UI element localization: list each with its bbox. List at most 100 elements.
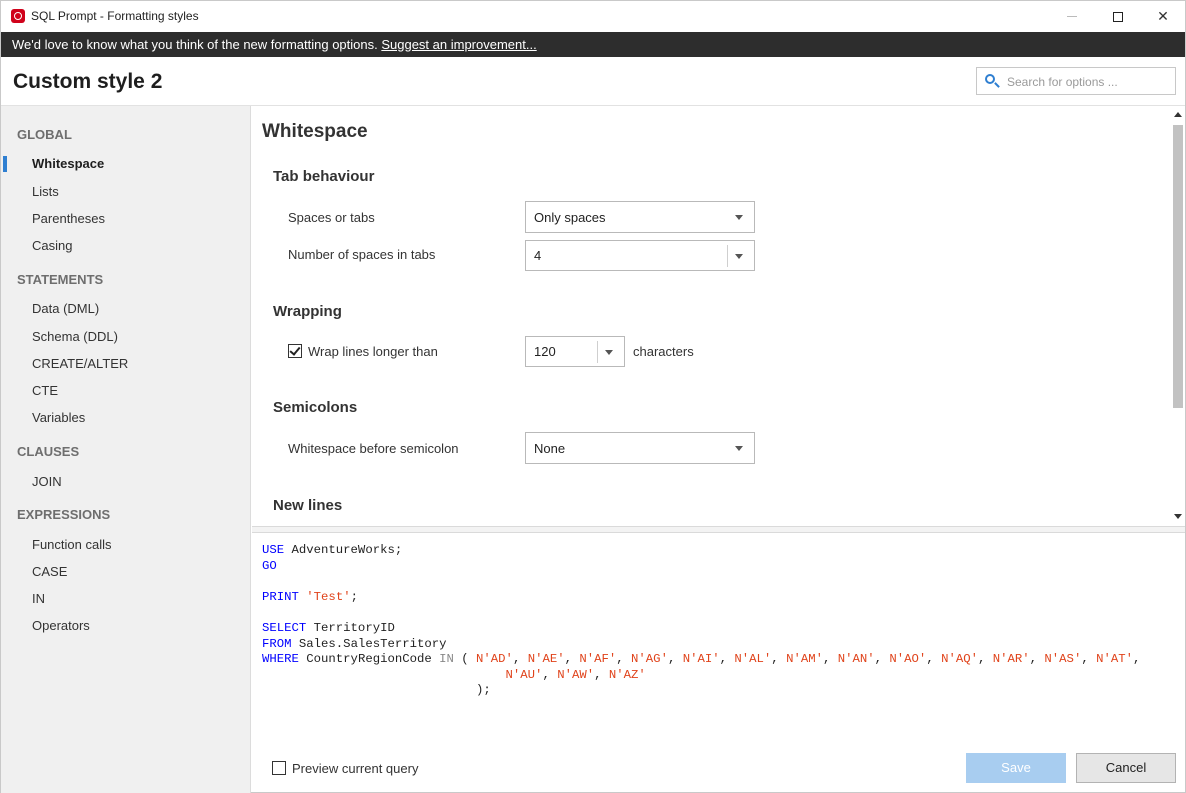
string-literal: 'Test' <box>306 589 351 604</box>
in-values-line-2: N'AU', N'AW', N'AZ' <box>506 668 646 682</box>
string-literal: N'AF' <box>579 652 617 667</box>
code-text: Sales.SalesTerritory <box>291 636 447 651</box>
preview-current-query-checkbox[interactable] <box>272 761 286 775</box>
code-text: ( <box>453 652 477 667</box>
formatting-styles-window: SQL Prompt - Formatting styles ✕ We'd lo… <box>0 0 1186 793</box>
code-text: , <box>1029 652 1045 667</box>
nav-group-statements: STATEMENTS <box>17 272 104 287</box>
wrap-length-value: 120 <box>534 344 556 359</box>
code-text: , <box>564 652 580 667</box>
chevron-down-icon <box>735 254 743 259</box>
suggest-improvement-link[interactable]: Suggest an improvement... <box>381 37 536 52</box>
keyword: FROM <box>262 636 292 651</box>
sidebar-item-schema-ddl[interactable]: Schema (DDL) <box>1 325 250 349</box>
search-box[interactable] <box>976 67 1176 95</box>
scroll-down-arrow-icon[interactable] <box>1174 514 1182 519</box>
code-text: CountryRegionCode <box>298 652 440 667</box>
code-text: AdventureWorks; <box>284 543 403 557</box>
in-values-line-1: N'AD', N'AE', N'AF', N'AG', N'AI', N'AL'… <box>476 652 1148 666</box>
code-text: ); <box>476 683 491 698</box>
section-title: Whitespace <box>262 121 368 142</box>
wrap-length-combo[interactable]: 120 <box>525 336 625 367</box>
maximize-icon <box>1113 11 1123 22</box>
string-literal: N'AW' <box>557 667 595 682</box>
sidebar-item-casing[interactable]: Casing <box>1 234 250 258</box>
minimize-icon <box>1067 16 1077 17</box>
code-text: , <box>977 652 993 667</box>
string-literal: N'AM' <box>786 652 823 667</box>
code-text: , <box>594 667 609 682</box>
string-literal: N'AO' <box>889 652 927 667</box>
search-icon <box>985 74 995 84</box>
code-text: , <box>1081 652 1097 667</box>
preview-splitter[interactable] <box>252 526 1185 533</box>
string-literal: N'AZ' <box>608 667 646 682</box>
combo-separator <box>597 341 598 363</box>
code-text: , <box>874 652 890 667</box>
string-literal: N'AN' <box>837 652 875 667</box>
minimize-button[interactable] <box>1049 1 1095 32</box>
sidebar-item-join[interactable]: JOIN <box>1 470 250 494</box>
spaces-or-tabs-label: Spaces or tabs <box>288 210 375 225</box>
chevron-down-icon <box>735 446 743 451</box>
sidebar-item-whitespace[interactable]: Whitespace <box>1 152 250 176</box>
sidebar-item-in[interactable]: IN <box>1 587 250 611</box>
wrapping-heading: Wrapping <box>273 303 342 320</box>
sidebar-item-case[interactable]: CASE <box>1 560 250 584</box>
string-literal: N'AS' <box>1044 652 1082 667</box>
num-spaces-label: Number of spaces in tabs <box>288 247 436 262</box>
string-literal: N'AL' <box>734 652 772 667</box>
sidebar-item-operators[interactable]: Operators <box>1 614 250 638</box>
semicolon-whitespace-label: Whitespace before semicolon <box>288 441 459 456</box>
semicolon-whitespace-select[interactable]: None <box>525 432 755 464</box>
scroll-up-arrow-icon[interactable] <box>1174 112 1182 117</box>
feedback-text: We'd love to know what you think of the … <box>12 37 382 52</box>
search-input[interactable] <box>1007 73 1167 90</box>
code-text: TerritoryID <box>306 620 395 635</box>
title-bar: SQL Prompt - Formatting styles ✕ <box>1 1 1185 32</box>
string-literal: N'AD' <box>476 652 513 667</box>
sidebar-item-cte[interactable]: CTE <box>1 379 250 403</box>
code-text: , <box>822 652 838 667</box>
num-spaces-combo[interactable]: 4 <box>525 240 755 271</box>
wrap-lines-checkbox[interactable] <box>288 344 302 358</box>
scroll-thumb[interactable] <box>1173 125 1183 408</box>
spaces-or-tabs-select[interactable]: Only spaces <box>525 201 755 233</box>
cancel-button[interactable]: Cancel <box>1076 753 1176 783</box>
close-icon: ✕ <box>1157 8 1169 24</box>
sidebar-item-data-dml[interactable]: Data (DML) <box>1 297 250 321</box>
options-panel: Whitespace Tab behaviour Spaces or tabs … <box>252 106 1185 526</box>
chevron-down-icon <box>735 215 743 220</box>
wrap-suffix-label: characters <box>633 344 694 359</box>
sidebar-item-lists[interactable]: Lists <box>1 180 250 204</box>
spaces-or-tabs-value: Only spaces <box>534 210 606 225</box>
sidebar-item-create-alter[interactable]: CREATE/ALTER <box>1 352 250 376</box>
options-scrollbar[interactable] <box>1171 106 1185 526</box>
sidebar-item-function-calls[interactable]: Function calls <box>1 533 250 557</box>
sidebar-item-variables[interactable]: Variables <box>1 406 250 430</box>
code-text: , <box>542 667 558 682</box>
code-text: , <box>771 652 787 667</box>
nav-group-clauses: CLAUSES <box>17 444 80 459</box>
new-lines-heading: New lines <box>273 497 343 514</box>
nav-group-expressions: EXPRESSIONS <box>17 507 111 522</box>
sql-preview: USE AdventureWorks; GO PRINT 'Test'; SEL… <box>262 543 1148 699</box>
keyword: GO <box>262 558 277 573</box>
save-button[interactable]: Save <box>966 753 1066 783</box>
code-text: , <box>1133 652 1148 667</box>
string-literal: N'AE' <box>527 652 565 667</box>
maximize-button[interactable] <box>1095 1 1141 32</box>
string-literal: N'AU' <box>505 667 543 682</box>
wrap-lines-label: Wrap lines longer than <box>308 344 438 359</box>
window-title: SQL Prompt - Formatting styles <box>31 9 199 23</box>
string-literal: N'AT' <box>1096 652 1133 667</box>
code-text: , <box>512 652 528 667</box>
code-text: , <box>667 652 683 667</box>
options-sidebar: GLOBAL Whitespace Lists Parentheses Casi… <box>1 106 251 793</box>
style-name-title: Custom style 2 <box>13 70 163 93</box>
sidebar-item-parentheses[interactable]: Parentheses <box>1 207 250 231</box>
close-button[interactable]: ✕ <box>1140 1 1186 32</box>
chevron-down-icon <box>605 350 613 355</box>
semicolon-whitespace-value: None <box>534 441 566 456</box>
num-spaces-value: 4 <box>534 248 542 263</box>
